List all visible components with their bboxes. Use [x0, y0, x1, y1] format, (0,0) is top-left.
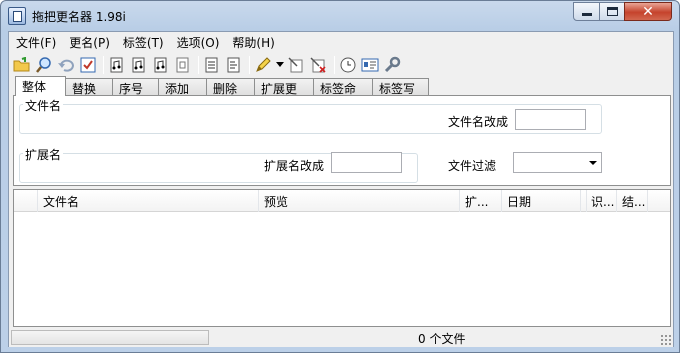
filename-change-input[interactable] — [515, 109, 586, 130]
doc-list-icon[interactable] — [224, 55, 244, 75]
menu-file[interactable]: 文件(F) — [9, 32, 62, 51]
minimize-button[interactable] — [573, 2, 600, 21]
toolbar-separator — [334, 56, 335, 74]
client-area: 文件(F) 更名(P) 标签(T) 选项(O) 帮助(H) 整体 替换 序号 添… — [8, 31, 674, 347]
maximize-button[interactable] — [599, 2, 625, 21]
doc-music-icon[interactable] — [173, 55, 193, 75]
doc-list-icon[interactable] — [202, 55, 222, 75]
tab-strip: 整体 替换 序号 添加 删除 扩展更名 标签命名 标签写入 — [15, 76, 429, 113]
minimize-icon — [581, 13, 592, 16]
wrench-icon[interactable] — [382, 55, 402, 75]
dropdown-arrow-icon[interactable] — [275, 55, 285, 75]
undo-icon[interactable] — [56, 55, 76, 75]
toolbar-separator — [249, 56, 250, 74]
column-recognition[interactable]: 识... — [586, 190, 617, 212]
menu-rename[interactable]: 更名(P) — [62, 32, 116, 51]
column-extension[interactable]: 扩... — [460, 190, 502, 212]
column-result[interactable]: 结... — [617, 190, 648, 212]
window-title: 拖把更名器 1.98i — [32, 10, 126, 24]
tab-ext-rename[interactable]: 扩展更名 — [254, 78, 314, 113]
progress-bar — [11, 330, 209, 345]
close-icon: ✕ — [642, 3, 654, 20]
close-button[interactable]: ✕ — [624, 2, 672, 21]
toolbar-separator — [198, 56, 199, 74]
file-filter-select[interactable] — [513, 152, 602, 173]
column-date[interactable]: 日期 — [502, 190, 581, 212]
doc-delete-icon[interactable] — [309, 55, 329, 75]
chevron-down-icon[interactable] — [589, 161, 597, 165]
column-checkbox[interactable] — [14, 190, 38, 212]
filename-change-label: 文件名改成 — [448, 115, 509, 129]
status-bar: 0 个文件 — [9, 328, 673, 347]
column-filename[interactable]: 文件名 — [38, 190, 259, 212]
toolbar-separator — [103, 56, 104, 74]
tab-sequence[interactable]: 序号 — [112, 78, 159, 96]
file-list[interactable]: 文件名 预览 扩... 日期 识... 结... — [13, 189, 671, 327]
doc-music-icon[interactable] — [107, 55, 127, 75]
file-list-header: 文件名 预览 扩... 日期 识... 结... — [14, 190, 670, 212]
extension-change-input[interactable] — [331, 152, 402, 173]
tab-add[interactable]: 添加 — [158, 78, 207, 96]
doc-music-icon[interactable] — [129, 55, 149, 75]
app-window: 拖把更名器 1.98i ✕ 文件(F) 更名(P) 标签(T) 选项(O) 帮助… — [0, 0, 680, 353]
extension-group-label: 扩展名 — [23, 146, 64, 163]
check-icon[interactable] — [78, 55, 98, 75]
clock-icon[interactable] — [338, 55, 358, 75]
maximize-icon — [606, 7, 618, 16]
tab-replace[interactable]: 替换 — [65, 78, 113, 96]
resize-grip-icon[interactable] — [660, 334, 671, 345]
search-icon[interactable] — [34, 55, 54, 75]
id-card-icon[interactable] — [360, 55, 380, 75]
toolbar — [9, 53, 673, 77]
menu-tags[interactable]: 标签(T) — [116, 32, 170, 51]
doc-edit-icon[interactable] — [287, 55, 307, 75]
menu-options[interactable]: 选项(O) — [170, 32, 226, 51]
filename-group-label: 文件名 — [23, 97, 64, 114]
app-icon[interactable] — [8, 7, 26, 25]
extension-change-label: 扩展名改成 — [264, 159, 325, 173]
tab-tag-naming[interactable]: 标签命名 — [313, 78, 373, 113]
tab-panel-overall: 文件名 文件名改成 扩展名 扩展名改成 文件过滤 — [13, 95, 671, 186]
tab-overall[interactable]: 整体 — [15, 76, 66, 96]
menu-help[interactable]: 帮助(H) — [225, 32, 280, 51]
tab-delete[interactable]: 删除 — [206, 78, 255, 96]
tab-tag-write[interactable]: 标签写入 — [372, 78, 429, 113]
menu-bar: 文件(F) 更名(P) 标签(T) 选项(O) 帮助(H) — [9, 32, 673, 51]
open-folder-icon[interactable] — [12, 55, 32, 75]
file-count-status: 0 个文件 — [418, 332, 466, 346]
highlighter-icon[interactable] — [253, 55, 273, 75]
title-bar[interactable]: 拖把更名器 1.98i ✕ — [1, 1, 679, 31]
column-preview[interactable]: 预览 — [259, 190, 460, 212]
file-filter-label: 文件过滤 — [448, 159, 497, 173]
doc-music-icon[interactable] — [151, 55, 171, 75]
